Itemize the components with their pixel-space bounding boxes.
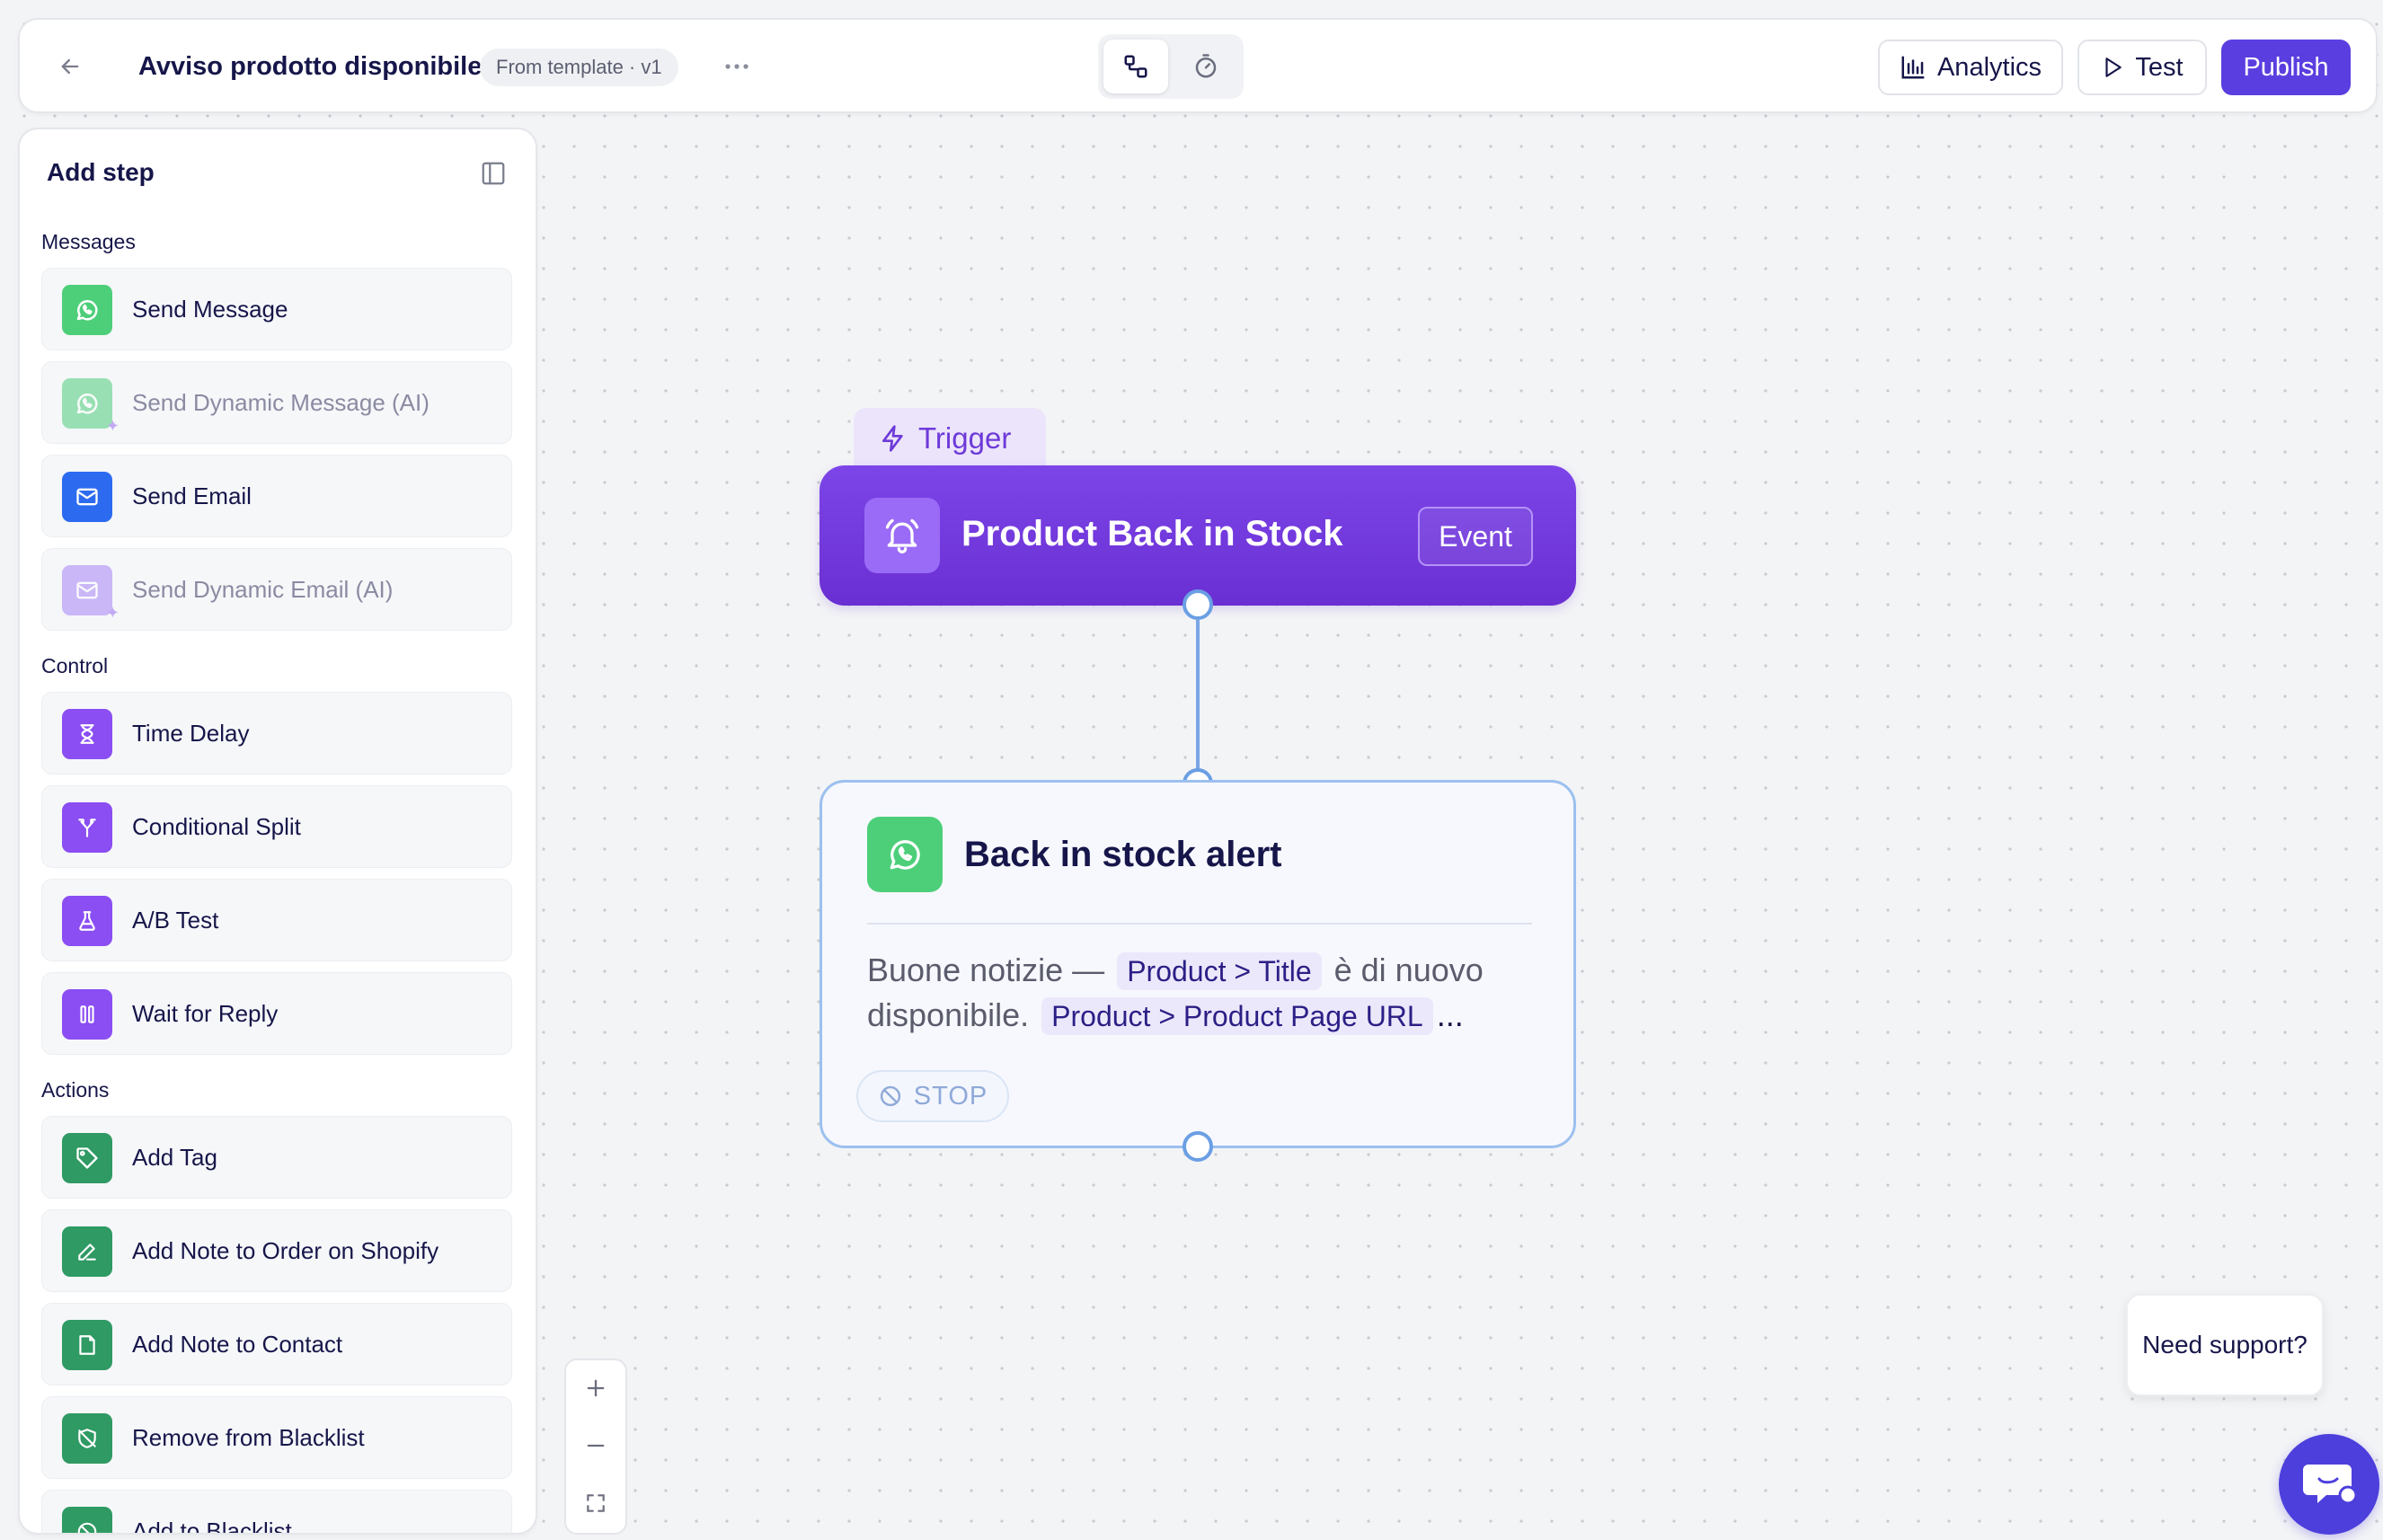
divider	[867, 923, 1532, 925]
section-messages: Messages	[41, 230, 136, 253]
trigger-output-port[interactable]	[1183, 589, 1213, 620]
pause-icon	[62, 989, 112, 1040]
play-icon	[2105, 58, 2122, 77]
whatsapp-icon	[62, 285, 112, 335]
trigger-label-tab: Trigger	[854, 408, 1046, 469]
minus-icon	[587, 1444, 605, 1447]
message-text: Buone notizie —	[867, 951, 1105, 988]
step-label: Send Dynamic Email (AI)	[132, 575, 394, 603]
step-label: Add Note to Order on Shopify	[132, 1236, 439, 1264]
step-label: Wait for Reply	[132, 999, 279, 1027]
trigger-node[interactable]: Product Back in Stock Event	[819, 465, 1576, 606]
hourglass-icon	[62, 709, 112, 759]
blocked-icon	[880, 1085, 900, 1107]
step-label: Remove from Blacklist	[132, 1423, 365, 1451]
step-ab-test[interactable]: A/B Test	[41, 879, 512, 961]
step-send-email[interactable]: Send Email	[41, 455, 512, 537]
view-toggle	[1098, 34, 1244, 99]
step-add-note-contact[interactable]: Add Note to Contact	[41, 1303, 512, 1385]
event-badge: Event	[1418, 507, 1533, 566]
publish-button[interactable]: Publish	[2221, 40, 2351, 95]
collapse-panel-button[interactable]	[478, 158, 509, 189]
whatsapp-icon	[867, 817, 943, 892]
template-version-badge: From template · v1	[480, 49, 678, 86]
add-step-panel: Add step Messages Send Message ✦ Send Dy…	[18, 128, 537, 1535]
shield-off-icon	[62, 1413, 112, 1464]
flask-icon	[62, 896, 112, 946]
split-icon	[62, 802, 112, 853]
flow-view-button[interactable]	[1103, 40, 1168, 93]
step-add-note-order-shopify[interactable]: Add Note to Order on Shopify	[41, 1209, 512, 1292]
step-label: Send Message	[132, 295, 288, 323]
analytics-button[interactable]: Analytics	[1878, 40, 2063, 95]
step-send-dynamic-email-ai[interactable]: ✦ Send Dynamic Email (AI)	[41, 548, 512, 631]
variable-chip: Product > Product Page URL	[1041, 997, 1433, 1035]
more-horizontal-icon	[725, 64, 749, 69]
timer-icon	[1195, 54, 1217, 78]
step-label: Conditional Split	[132, 812, 301, 840]
step-label: Time Delay	[132, 719, 250, 747]
sidebar-toggle-icon	[482, 162, 505, 185]
more-options-button[interactable]	[715, 49, 758, 84]
ellipsis: ...	[1436, 996, 1464, 1033]
message-output-port[interactable]	[1183, 1131, 1213, 1162]
message-node[interactable]: Back in stock alert Buone notizie — Prod…	[819, 780, 1576, 1148]
test-button[interactable]: Test	[2077, 40, 2207, 95]
whatsapp-ai-icon: ✦	[62, 378, 120, 435]
trigger-title: Product Back in Stock	[961, 514, 1343, 553]
step-conditional-split[interactable]: Conditional Split	[41, 785, 512, 868]
step-label: Send Dynamic Message (AI)	[132, 388, 430, 416]
edge-connector	[1196, 620, 1200, 783]
arrow-left-icon	[61, 58, 79, 75]
step-add-tag[interactable]: Add Tag	[41, 1116, 512, 1199]
step-wait-for-reply[interactable]: Wait for Reply	[41, 972, 512, 1055]
trigger-tab-label: Trigger	[918, 421, 1012, 455]
zoom-in-button[interactable]	[566, 1360, 625, 1416]
step-label: Add Tag	[132, 1143, 217, 1171]
sparkle-icon: ✦	[105, 417, 120, 435]
message-preview: Buone notizie — Product > Title è di nuo…	[867, 948, 1550, 1038]
variable-chip: Product > Title	[1117, 952, 1322, 990]
step-label: Send Email	[132, 482, 252, 509]
step-send-dynamic-message-ai[interactable]: ✦ Send Dynamic Message (AI)	[41, 361, 512, 444]
fit-view-button[interactable]	[566, 1475, 625, 1531]
lightning-icon	[882, 425, 903, 452]
mail-icon	[62, 472, 112, 522]
step-label: Add Note to Contact	[132, 1330, 343, 1358]
panel-title: Add step	[47, 158, 155, 186]
message-title: Back in stock alert	[964, 835, 1282, 874]
history-view-button[interactable]	[1174, 40, 1238, 93]
step-send-message[interactable]: Send Message	[41, 268, 512, 350]
back-button[interactable]	[54, 50, 86, 83]
tag-icon	[62, 1133, 112, 1183]
step-label: Add to Blacklist	[132, 1517, 292, 1535]
step-remove-from-blacklist[interactable]: Remove from Blacklist	[41, 1396, 512, 1479]
stop-label: STOP	[913, 1081, 988, 1111]
zoom-controls	[564, 1359, 627, 1535]
top-bar: Avviso prodotto disponibile From templat…	[18, 18, 2378, 113]
chat-icon	[2303, 1465, 2357, 1505]
mail-ai-icon: ✦	[62, 565, 120, 622]
analytics-label: Analytics	[1936, 52, 2042, 82]
sparkle-icon: ✦	[105, 604, 120, 622]
zoom-out-button[interactable]	[566, 1418, 625, 1474]
plus-icon	[587, 1379, 605, 1397]
note-icon	[62, 1320, 112, 1370]
flow-title[interactable]: Avviso prodotto disponibile	[138, 52, 482, 82]
step-add-to-blacklist[interactable]: Add to Blacklist	[41, 1490, 512, 1535]
support-bubble[interactable]: Need support?	[2126, 1294, 2324, 1396]
chat-launcher-button[interactable]	[2279, 1434, 2379, 1535]
pencil-icon	[62, 1226, 112, 1277]
bar-chart-icon	[1901, 56, 1925, 79]
stop-chip: STOP	[856, 1070, 1009, 1122]
flow-nodes-icon	[1124, 55, 1147, 78]
section-actions: Actions	[41, 1078, 110, 1102]
step-label: A/B Test	[132, 906, 219, 934]
bell-icon	[864, 498, 940, 573]
test-label: Test	[2135, 52, 2184, 82]
section-control: Control	[41, 654, 109, 677]
blocked-icon	[62, 1507, 112, 1533]
fullscreen-icon	[587, 1494, 605, 1512]
step-time-delay[interactable]: Time Delay	[41, 692, 512, 774]
